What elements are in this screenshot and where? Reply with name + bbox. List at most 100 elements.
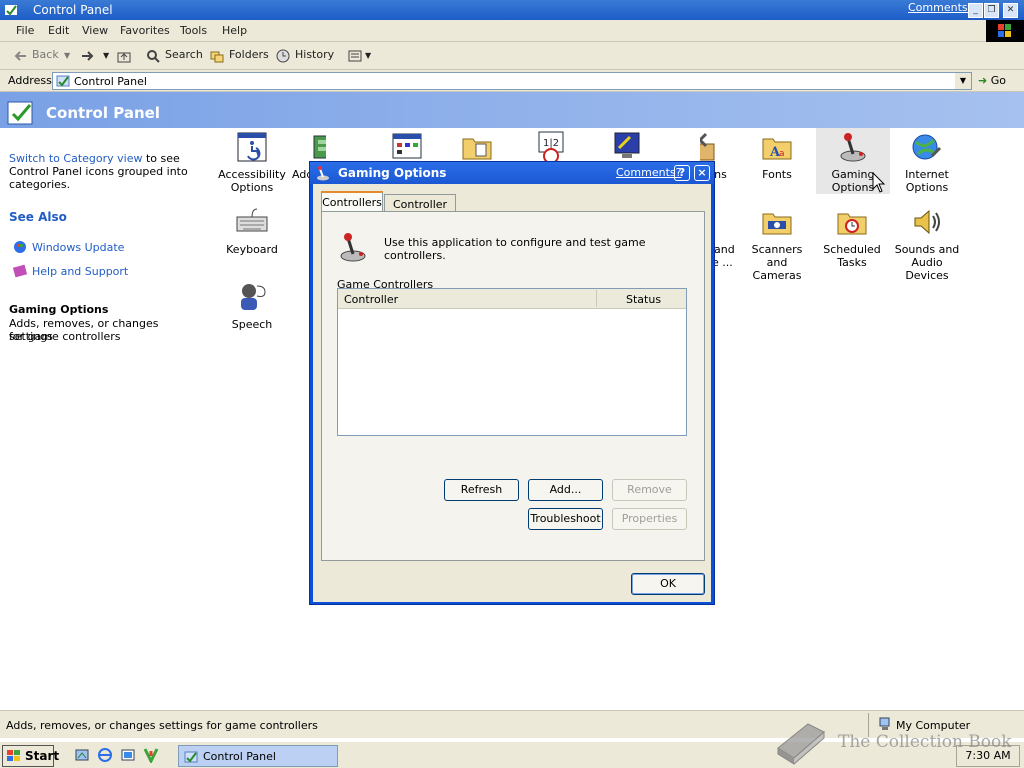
applet-scanners-and-cameras[interactable]: Scanners and Cameras — [740, 205, 814, 282]
address-field[interactable]: Control Panel ▼ — [52, 72, 972, 90]
applet-label-line2: Cameras — [752, 269, 802, 282]
up-folder-icon[interactable] — [117, 49, 131, 63]
page-title: Control Panel — [46, 104, 160, 122]
applet-label-line2: e ... — [712, 256, 733, 269]
troubleshoot-button[interactable]: Troubleshoot — [528, 508, 603, 530]
views-icon[interactable] — [348, 49, 362, 63]
applet-label-line2: Audio Devices — [905, 256, 949, 282]
dialog-title: Gaming Options — [338, 166, 447, 180]
applet-label-line1: Gaming — [831, 168, 875, 181]
svg-text:a: a — [779, 149, 785, 159]
menu-edit[interactable]: Edit — [48, 24, 69, 37]
start-button[interactable]: Start — [2, 745, 59, 767]
show-desktop-icon[interactable] — [74, 747, 90, 763]
back-arrow-icon[interactable] — [14, 49, 28, 63]
help-and-support-link[interactable]: Help and Support — [32, 265, 128, 278]
media-player-icon[interactable] — [143, 747, 159, 763]
remove-button[interactable]: Remove — [612, 479, 687, 501]
help-book-icon — [12, 264, 28, 278]
details-text-2: for game controllers — [9, 330, 121, 343]
search-button[interactable]: Search — [165, 48, 203, 61]
accessibility-icon — [237, 132, 267, 162]
applet-label-line1: Scheduled — [823, 243, 881, 256]
control-panel-icon — [56, 75, 70, 87]
applet-label-line1: Internet — [905, 168, 949, 181]
ok-button[interactable]: OK — [631, 573, 705, 595]
minimize-button[interactable]: _ — [968, 3, 983, 18]
date-time-icon: 1|2 — [538, 131, 564, 164]
folders-icon[interactable] — [210, 49, 224, 63]
go-button[interactable]: ➜ Go — [978, 74, 1006, 87]
refresh-button[interactable]: Refresh — [444, 479, 519, 501]
applet-speech[interactable]: Speech — [215, 280, 289, 331]
internet-options-icon — [912, 134, 942, 160]
menu-favorites[interactable]: Favorites — [120, 24, 170, 37]
restore-button[interactable]: ❐ — [984, 3, 999, 18]
add-remove-programs-icon — [392, 133, 422, 159]
taskbar-button-label: Control Panel — [203, 750, 276, 763]
see-also-heading: See Also — [9, 210, 67, 224]
switch-view-section: Switch to Category view to see Control P… — [9, 152, 189, 191]
controllers-list[interactable]: Controller Status — [337, 288, 687, 436]
back-button[interactable]: Back — [32, 48, 59, 61]
switch-category-view-link[interactable]: Switch to Category view — [9, 152, 142, 165]
applet-fonts[interactable]: Aa Fonts — [740, 130, 814, 181]
control-panel-large-icon — [7, 101, 33, 125]
windows-flag-icon — [7, 750, 20, 761]
windows-logo — [986, 20, 1024, 42]
address-dropdown-icon[interactable]: ▼ — [955, 73, 971, 89]
watermark-text: The Collection Book — [838, 732, 1012, 752]
history-icon[interactable] — [276, 49, 290, 63]
applet-sounds-and-audio-devices[interactable]: Sounds and Audio Devices — [890, 205, 964, 282]
switch-view-text-3: categories. — [9, 178, 71, 191]
joystick-icon — [840, 133, 866, 162]
close-button[interactable]: ✕ — [1003, 3, 1018, 18]
history-button[interactable]: History — [295, 48, 334, 61]
windows-update-link[interactable]: Windows Update — [32, 241, 124, 254]
taskbar-button-control-panel[interactable]: Control Panel — [178, 745, 338, 767]
add-hardware-icon — [313, 135, 326, 159]
applet-label-line1: Fonts — [762, 168, 792, 181]
tab-controllers[interactable]: Controllers — [321, 191, 383, 211]
internet-explorer-icon[interactable] — [97, 747, 113, 763]
forward-dropdown-icon[interactable]: ▼ — [103, 51, 109, 60]
column-header-controller[interactable]: Controller — [344, 293, 398, 306]
switch-view-text: to see — [142, 152, 180, 165]
go-label: Go — [990, 74, 1006, 87]
search-icon[interactable] — [146, 49, 160, 63]
applet-keyboard[interactable]: Keyboard — [215, 205, 289, 256]
dialog-close-button[interactable]: × — [694, 165, 710, 181]
column-divider[interactable] — [596, 290, 597, 307]
back-dropdown-icon[interactable]: ▼ — [64, 51, 70, 60]
windows-explorer-icon[interactable] — [120, 747, 136, 763]
folder-header: Control Panel — [0, 92, 1024, 130]
add-button[interactable]: Add... — [528, 479, 603, 501]
applet-accessibility-options[interactable]: Accessibility Options — [215, 130, 289, 194]
properties-button[interactable]: Properties — [612, 508, 687, 530]
scheduled-tasks-icon — [837, 213, 867, 235]
dialog-help-button[interactable]: ? — [674, 165, 690, 181]
task-pane: Switch to Category view to see Control P… — [0, 128, 200, 710]
watermark: The Collection Book — [772, 718, 1012, 768]
address-bar: Address Control Panel ▼ ➜ Go — [0, 70, 1024, 92]
applet-scheduled-tasks[interactable]: Scheduled Tasks — [815, 205, 889, 269]
menu-bar: File Edit View Favorites Tools Help — [0, 20, 1024, 42]
menu-help[interactable]: Help — [222, 24, 247, 37]
forward-arrow-icon[interactable] — [80, 49, 94, 63]
views-dropdown-icon[interactable]: ▼ — [365, 51, 371, 60]
folders-button[interactable]: Folders — [229, 48, 269, 61]
mouse-pointer-icon — [872, 172, 886, 193]
address-label: Address — [8, 74, 52, 87]
menu-file[interactable]: File — [16, 24, 34, 37]
fonts-icon: Aa — [762, 138, 792, 160]
applet-internet-options[interactable]: Internet Options — [890, 130, 964, 194]
menu-tools[interactable]: Tools — [180, 24, 207, 37]
applet-label-line1: Accessibility — [218, 168, 286, 181]
comments-link[interactable]: Comments? — [908, 1, 973, 14]
dialog-comments-link[interactable]: Comments? — [616, 166, 681, 179]
dialog-body: Controllers Controller IDs Use this appl… — [313, 184, 711, 602]
joystick-icon — [340, 233, 366, 262]
menu-view[interactable]: View — [82, 24, 108, 37]
column-header-status[interactable]: Status — [626, 293, 661, 306]
joystick-icon — [317, 166, 329, 181]
